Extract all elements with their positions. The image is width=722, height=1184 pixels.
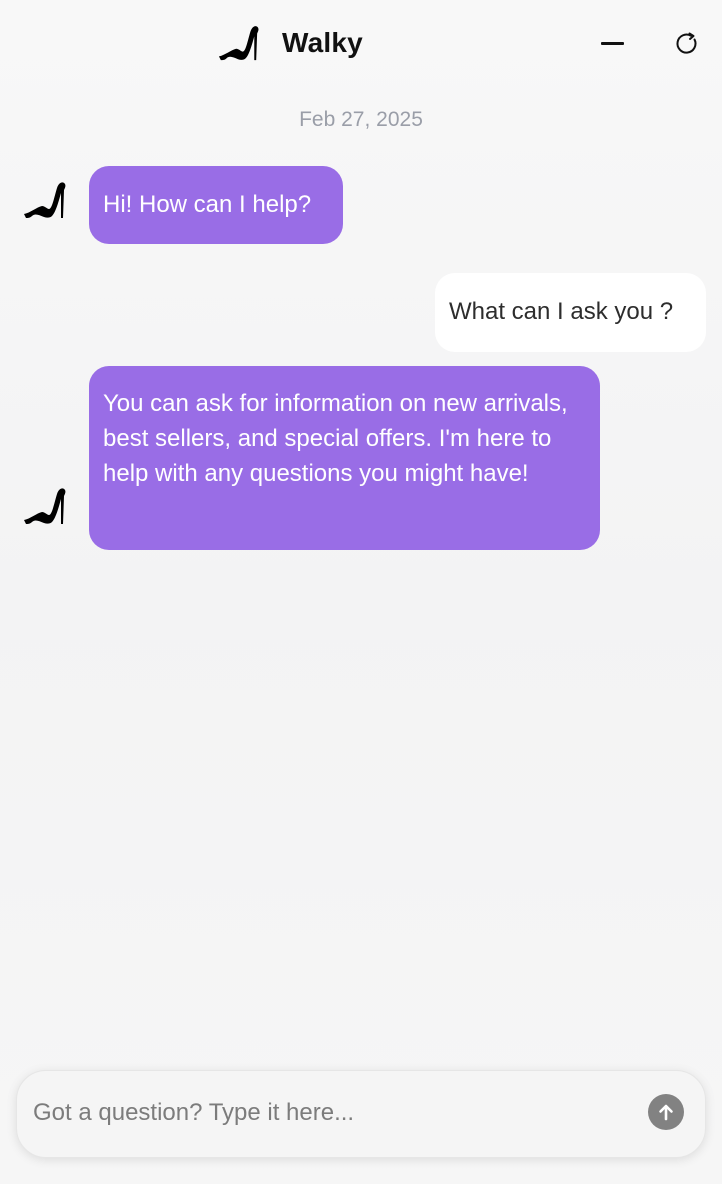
arrow-up-icon <box>659 1104 673 1121</box>
high-heel-shoe-icon <box>218 26 259 61</box>
chat-widget: Walky Feb 27, 2025 Hi! How can I help? W… <box>0 0 722 1184</box>
brand: Walky <box>218 22 363 64</box>
high-heel-shoe-icon <box>24 488 66 524</box>
refresh-button[interactable] <box>672 30 702 58</box>
bot-message-bubble: You can ask for information on new arriv… <box>89 366 600 550</box>
minimize-icon <box>601 42 624 45</box>
user-message-bubble: What can I ask you ? <box>435 273 706 352</box>
minimize-button[interactable] <box>598 30 628 58</box>
message-input[interactable] <box>33 1091 633 1135</box>
message-composer <box>16 1070 706 1158</box>
date-separator: Feb 27, 2025 <box>299 108 423 131</box>
send-button[interactable] <box>648 1094 684 1130</box>
high-heel-shoe-icon <box>24 182 66 218</box>
refresh-icon <box>676 32 697 54</box>
chat-header: Walky <box>0 0 722 88</box>
app-title: Walky <box>282 27 363 58</box>
bot-message-bubble: Hi! How can I help? <box>89 166 343 244</box>
